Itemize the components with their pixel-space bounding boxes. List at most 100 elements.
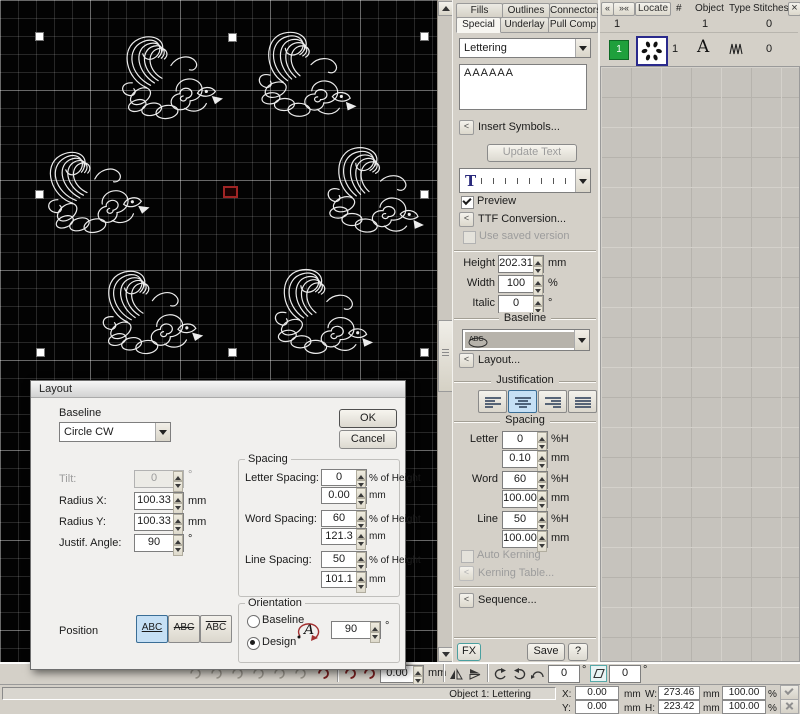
spinner-down-icon[interactable]	[356, 539, 366, 550]
tab-underlay[interactable]: Underlay	[500, 17, 549, 33]
spinner[interactable]	[356, 552, 366, 567]
dialog-title-bar[interactable]: Layout	[31, 381, 405, 398]
cancel-icon[interactable]	[780, 699, 799, 714]
spinner-up-icon[interactable]	[533, 276, 543, 286]
object-thumbnail[interactable]	[636, 36, 668, 66]
spinner-up-icon[interactable]	[537, 451, 547, 461]
spinner[interactable]	[356, 488, 366, 503]
layout-label[interactable]: Layout...	[478, 354, 520, 367]
word-spacing-dlg-mm-value[interactable]: 121.3	[322, 529, 356, 544]
rotate-angle-value[interactable]: 0	[549, 666, 579, 682]
design-object[interactable]	[273, 268, 378, 358]
spinner[interactable]	[537, 432, 547, 448]
spinner-down-icon[interactable]	[370, 632, 380, 643]
spinner-up-icon[interactable]	[356, 470, 366, 480]
font-dropdown[interactable]: T	[459, 168, 591, 193]
spinner-up-icon[interactable]	[356, 488, 366, 498]
position-baseline-above-button[interactable]: ABC	[200, 615, 232, 643]
line-spacing-mm-field[interactable]: 100.00	[502, 530, 548, 548]
justify-left-button[interactable]	[478, 390, 507, 413]
selection-handle[interactable]	[35, 32, 44, 41]
object-row[interactable]: 1 1 A 0	[600, 33, 798, 66]
spinner-up-icon[interactable]	[356, 511, 366, 521]
spinner-up-icon[interactable]	[533, 256, 543, 266]
width-field[interactable]: 100	[498, 275, 544, 293]
position-baseline-below-button[interactable]: ABC	[136, 615, 168, 643]
height-field[interactable]: 202.31	[498, 255, 544, 273]
dropdown-arrow-icon[interactable]	[155, 423, 170, 441]
spinner-down-icon[interactable]	[356, 582, 366, 593]
word-spacing-pct-value[interactable]: 60	[503, 472, 537, 488]
selection-handle[interactable]	[228, 348, 237, 357]
letter-spacing-dlg-mm-field[interactable]: 0.00	[321, 487, 367, 504]
baseline-type-dropdown[interactable]: Circle CW	[59, 422, 171, 442]
spinner[interactable]	[537, 512, 547, 528]
line-spacing-pct-value[interactable]: 50	[503, 512, 537, 528]
tab-connectors[interactable]: Connectors	[549, 3, 598, 18]
spinner-down-icon[interactable]	[356, 498, 366, 509]
scroll-up-icon[interactable]	[438, 1, 453, 16]
rotate-cw-icon[interactable]	[512, 666, 527, 681]
spinner-up-icon[interactable]	[537, 531, 547, 541]
rotate-angle-field[interactable]: 0	[548, 665, 580, 683]
radius-x-field[interactable]: 100.33	[134, 492, 184, 510]
design-object[interactable]	[40, 140, 152, 240]
word-spacing-dlg-pct-value[interactable]: 60	[322, 511, 356, 526]
w-pct-field[interactable]: 100.00	[722, 686, 766, 700]
spinner[interactable]	[537, 451, 547, 467]
line-spacing-mm-value[interactable]: 100.00	[503, 531, 537, 547]
h-pct-field[interactable]: 100.00	[722, 700, 766, 714]
radius-y-value[interactable]: 100.33	[135, 514, 173, 530]
spinner[interactable]	[537, 491, 547, 507]
layout-dialog[interactable]: Layout Baseline Circle CW Tilt: 0 ° Radi…	[30, 380, 406, 670]
mirror-horizontal-icon[interactable]	[448, 666, 463, 681]
justify-right-button[interactable]	[538, 390, 567, 413]
design-object[interactable]	[101, 268, 204, 357]
design-object[interactable]	[118, 31, 224, 123]
spinner-up-icon[interactable]	[356, 552, 366, 562]
word-spacing-pct-field[interactable]: 60	[502, 471, 548, 489]
spinner[interactable]	[537, 531, 547, 547]
scroll-down-icon[interactable]	[438, 647, 453, 662]
dropdown-arrow-icon[interactable]	[574, 330, 589, 350]
spinner-up-icon[interactable]	[370, 622, 380, 632]
fx-button[interactable]: FX	[457, 643, 481, 661]
letter-spacing-pct-field[interactable]: 0	[502, 431, 548, 449]
justif-angle-value[interactable]: 90	[135, 535, 173, 551]
letter-spacing-pct-value[interactable]: 0	[503, 432, 537, 448]
orientation-angle-value[interactable]: 90	[332, 622, 370, 638]
orientation-baseline-radio[interactable]	[247, 615, 260, 628]
line-spacing-dlg-mm-field[interactable]: 101.1	[321, 571, 367, 588]
design-object[interactable]	[256, 30, 362, 122]
update-text-button[interactable]: Update Text	[487, 144, 577, 162]
dropdown-arrow-icon[interactable]	[575, 39, 590, 57]
spinner-up-icon[interactable]	[173, 514, 183, 524]
orientation-design-radio[interactable]	[247, 637, 260, 650]
preview-checkbox[interactable]	[461, 196, 474, 209]
h-field[interactable]: 223.42	[658, 700, 700, 714]
spinner[interactable]	[356, 529, 366, 544]
line-spacing-dlg-pct-field[interactable]: 50	[321, 551, 367, 568]
tab-outlines[interactable]: Outlines	[502, 3, 550, 18]
insert-symbols-label[interactable]: Insert Symbols...	[478, 121, 560, 134]
spinner[interactable]	[356, 470, 366, 485]
locate-button[interactable]: Locate	[635, 2, 671, 16]
x-field[interactable]: 0.00	[575, 686, 619, 700]
spinner-up-icon[interactable]	[537, 491, 547, 501]
tab-pull-comp[interactable]: Pull Comp	[548, 17, 598, 33]
spinner-up-icon[interactable]	[356, 529, 366, 539]
line-spacing-pct-field[interactable]: 50	[502, 511, 548, 529]
word-spacing-mm-field[interactable]: 100.00	[502, 490, 548, 508]
orientation-design-label[interactable]: Design	[262, 636, 296, 649]
collapse-expand-icon[interactable]: »«	[613, 2, 635, 16]
mirror-vertical-icon[interactable]	[468, 666, 483, 681]
ttf-conversion-label[interactable]: TTF Conversion...	[478, 213, 566, 226]
orientation-angle-field[interactable]: 90	[331, 621, 381, 639]
selection-handle[interactable]	[420, 190, 429, 199]
position-baseline-middle-button[interactable]: ABC	[168, 615, 200, 643]
justify-center-button[interactable]	[508, 390, 537, 413]
spinner[interactable]	[413, 666, 423, 682]
height-spinner[interactable]	[533, 256, 543, 272]
ttf-conversion-expand-icon[interactable]: <	[459, 212, 474, 227]
sequence-expand-icon[interactable]: <	[459, 593, 474, 608]
